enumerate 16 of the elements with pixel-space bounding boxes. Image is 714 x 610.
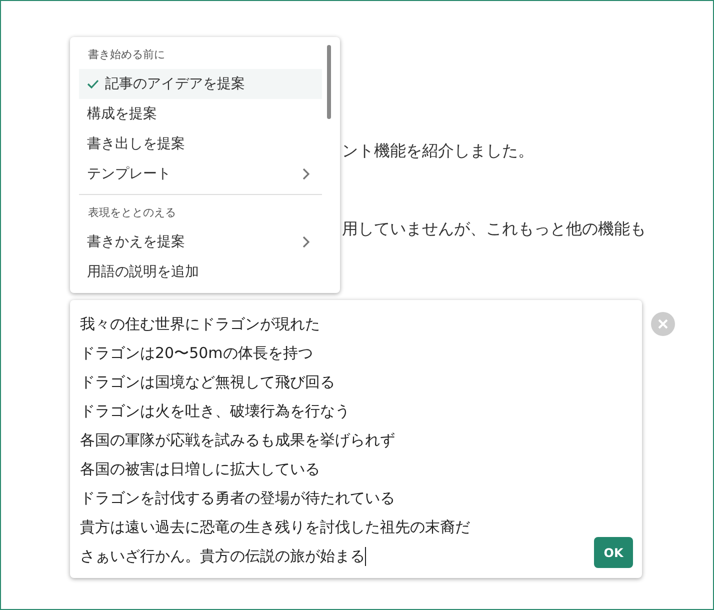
article-text: 用していませんが、これもっと他の機能も bbox=[342, 218, 647, 240]
close-button[interactable] bbox=[651, 312, 675, 336]
menu-section-header: 表現をととのえる bbox=[87, 205, 177, 221]
text-editor-field[interactable]: 我々の住む世界にドラゴンが現れた ドラゴンは20〜50mの体長を持つ ドラゴンは国境など無視して飛び回る ドラゴンは火を吐き、破壊行為を行なう 各国の軍隊が応戦を試みるも成果を挙げられず 各国の被害は日増しに拡大している ドラゴンを討伐する勇者の登場が待たれている 貴方は遠い過去に恐竜の生き残りを討伐した祖先の末裔だ さぁいざ行かん。貴方の伝説の旅が始まる OK bbox=[70, 300, 642, 578]
menu-section-header: 書き始める前に bbox=[87, 47, 166, 63]
menu-item[interactable]: 用語の説明を追加 bbox=[79, 257, 322, 287]
menu-item[interactable]: 構成を提案 bbox=[79, 99, 322, 129]
menu-item[interactable]: 記事のアイデアを提案 bbox=[79, 69, 322, 99]
scrollbar[interactable] bbox=[327, 45, 331, 119]
menu-item[interactable]: 書き出しを提案 bbox=[79, 129, 322, 159]
text-cursor bbox=[365, 547, 366, 566]
menu-item[interactable]: 書きかえを提案 bbox=[79, 227, 322, 257]
menu-item[interactable]: テンプレート bbox=[79, 159, 322, 189]
article-text: ント機能を紹介しました。 bbox=[342, 140, 535, 162]
ok-button[interactable]: OK bbox=[594, 537, 633, 568]
check-icon bbox=[87, 79, 99, 89]
